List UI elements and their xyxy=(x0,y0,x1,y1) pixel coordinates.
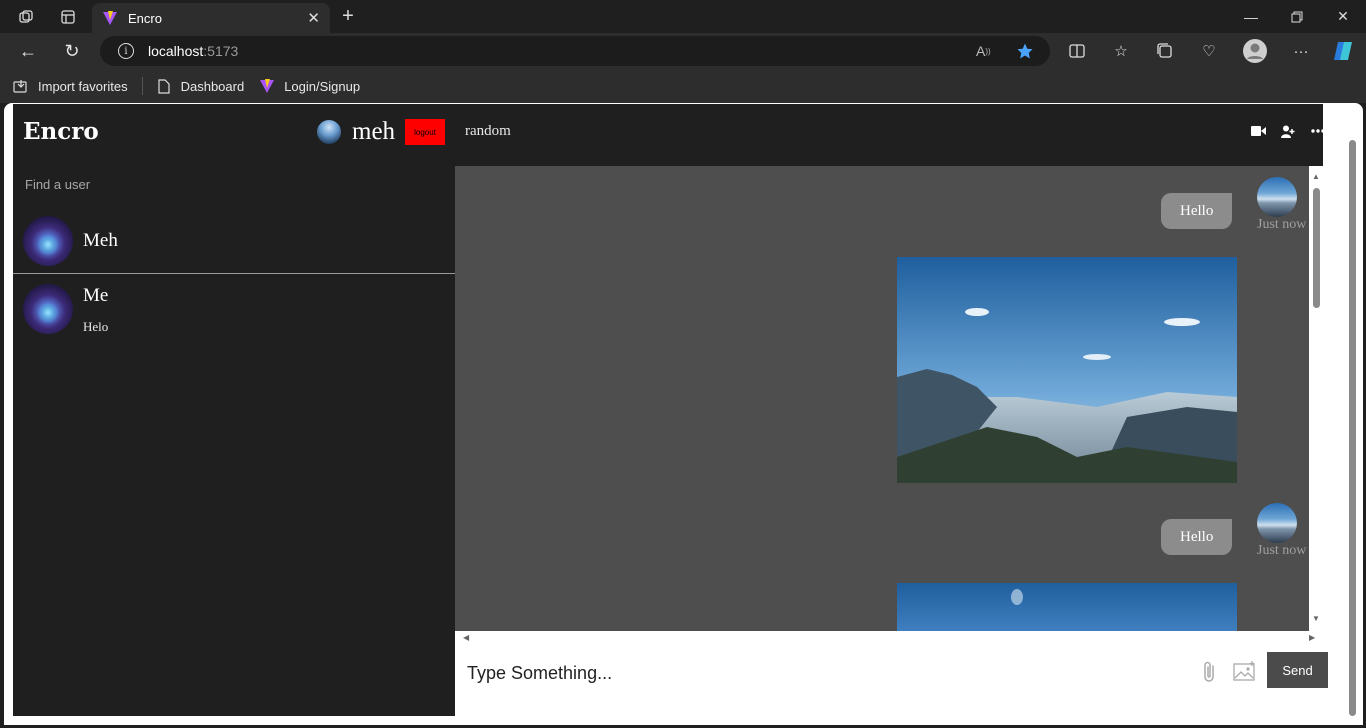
read-aloud-icon[interactable]: A)) xyxy=(976,36,991,66)
chat-panel: random Hello Just now Hello Just now ▲ ▼… xyxy=(455,104,1328,716)
more-options-icon[interactable]: ··· xyxy=(1286,38,1316,64)
url-host: localhost xyxy=(148,43,204,59)
message-bubble: Hello xyxy=(1161,519,1233,555)
tab-title: Encro xyxy=(128,10,162,26)
profile-avatar-icon[interactable] xyxy=(1240,38,1270,64)
bookmarks-bar: Import favorites Dashboard Login/Signup xyxy=(0,69,1366,103)
attach-file-icon[interactable] xyxy=(1200,660,1220,684)
bookmark-import-favorites[interactable]: Import favorites xyxy=(12,78,128,94)
add-user-icon[interactable] xyxy=(1279,123,1297,139)
bookmark-dashboard[interactable]: Dashboard xyxy=(155,78,245,94)
favorite-star-icon[interactable] xyxy=(1016,36,1034,66)
message-list[interactable]: Hello Just now Hello Just now ▲ ▼ xyxy=(455,166,1323,631)
browser-essentials-icon[interactable]: ♡ xyxy=(1194,38,1224,64)
scroll-up-arrow[interactable]: ▲ xyxy=(1312,172,1320,181)
chat-app: Encro meh logout Find a user Meh Me Helo xyxy=(13,104,1328,716)
chat-list-item[interactable]: Me Helo xyxy=(13,284,455,344)
copilot-icon[interactable] xyxy=(1328,38,1358,64)
vite-logo-icon xyxy=(102,10,118,26)
bookmark-login-signup[interactable]: Login/Signup xyxy=(258,78,360,94)
site-info-icon[interactable]: i xyxy=(118,43,134,59)
scroll-down-arrow[interactable]: ▼ xyxy=(1312,614,1320,623)
sender-avatar xyxy=(1257,503,1297,543)
browser-tabbar: Encro ✕ + — ✕ xyxy=(0,0,1366,33)
scroll-right-arrow[interactable]: ▶ xyxy=(1309,633,1315,642)
message-input[interactable] xyxy=(467,658,1167,688)
import-icon xyxy=(12,78,30,94)
current-user: meh logout xyxy=(317,118,446,146)
restore-icon[interactable] xyxy=(1274,0,1320,33)
video-call-icon[interactable] xyxy=(1249,123,1267,139)
workspaces-icon[interactable] xyxy=(9,0,43,33)
message-list-scrollbar[interactable]: ▲ ▼ xyxy=(1309,166,1323,631)
collections-icon[interactable] xyxy=(1150,38,1180,64)
address-bar: ← ↻ i localhost:5173 A)) ☆ ♡ ··· xyxy=(0,33,1366,69)
message-timestamp: Just now xyxy=(1257,543,1307,558)
favorites-icon[interactable]: ☆ xyxy=(1106,38,1136,64)
message-scroll-thumb[interactable] xyxy=(1313,188,1320,308)
current-user-avatar xyxy=(317,120,341,144)
chat-user-name: Me xyxy=(83,285,109,306)
minimize-icon[interactable]: — xyxy=(1228,0,1274,33)
back-icon[interactable]: ← xyxy=(14,38,42,64)
current-user-name: meh xyxy=(352,118,396,145)
tab-encro[interactable]: Encro ✕ xyxy=(92,3,330,33)
scroll-left-arrow[interactable]: ◀ xyxy=(463,633,469,642)
url-port: :5173 xyxy=(203,43,239,59)
avatar xyxy=(23,284,73,334)
message-image[interactable] xyxy=(897,583,1237,631)
message-image[interactable] xyxy=(897,257,1237,483)
bookmark-label: Dashboard xyxy=(180,78,245,94)
page-scroll-thumb[interactable] xyxy=(1349,140,1356,716)
sidebar: Encro meh logout Find a user Meh Me Helo xyxy=(13,104,455,716)
message-composer: Send xyxy=(455,645,1328,716)
upload-image-icon[interactable] xyxy=(1233,660,1257,682)
bookmark-divider xyxy=(141,77,143,95)
bookmark-label: Login/Signup xyxy=(284,78,361,94)
page-icon xyxy=(155,78,173,94)
user-search-input[interactable]: Find a user xyxy=(25,177,90,192)
page-scrollbar[interactable] xyxy=(1346,138,1358,718)
new-tab-icon[interactable]: + xyxy=(336,4,360,28)
horizontal-scrollbar[interactable]: ◀ ▶ xyxy=(455,631,1323,645)
avatar xyxy=(23,216,73,266)
close-tab-icon[interactable]: ✕ xyxy=(307,9,320,27)
sender-avatar xyxy=(1257,177,1297,217)
url-field[interactable]: i localhost:5173 A)) xyxy=(100,36,1050,66)
logout-button[interactable]: logout xyxy=(405,119,446,145)
last-message: Helo xyxy=(83,319,109,334)
chat-title: random xyxy=(465,123,511,139)
page-viewport: Encro meh logout Find a user Meh Me Helo xyxy=(4,103,1363,725)
chat-header: random xyxy=(455,104,1325,166)
user-name: Meh xyxy=(83,230,118,251)
vite-logo-icon xyxy=(258,78,276,94)
message-timestamp: Just now xyxy=(1257,217,1307,232)
message-bubble: Hello xyxy=(1161,193,1233,229)
close-window-icon[interactable]: ✕ xyxy=(1320,0,1366,33)
app-logo: Encro xyxy=(23,118,99,145)
bookmark-label: Import favorites xyxy=(38,78,128,94)
more-icon[interactable] xyxy=(1309,123,1327,139)
tab-actions-icon[interactable] xyxy=(51,0,85,33)
split-screen-icon[interactable] xyxy=(1062,38,1092,64)
refresh-icon[interactable]: ↻ xyxy=(58,38,86,64)
send-button[interactable]: Send xyxy=(1267,652,1328,688)
search-result-item[interactable]: Meh xyxy=(13,216,455,274)
